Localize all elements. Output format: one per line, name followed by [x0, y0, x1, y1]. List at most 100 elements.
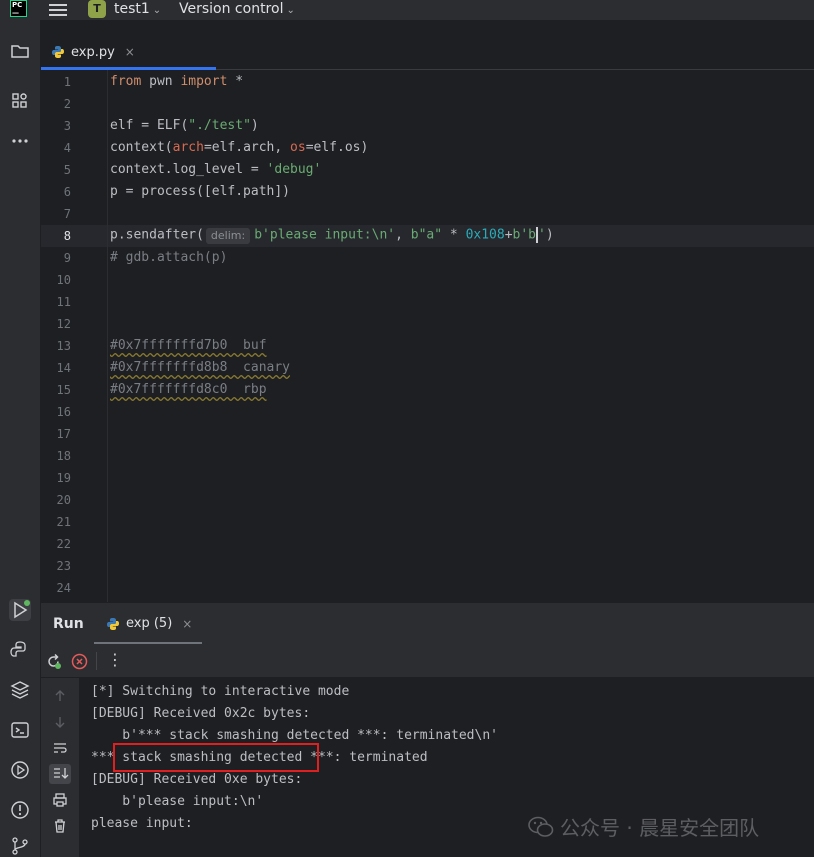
version-control-label: Version control — [179, 1, 284, 17]
line-number: 17 — [56, 427, 71, 441]
line-number: 20 — [56, 493, 71, 507]
tab-label: exp.py — [71, 44, 115, 60]
structure-icon[interactable] — [9, 90, 31, 112]
code-line-14-comment: #0x7fffffffd8b8 canary — [110, 360, 291, 375]
string-literal: b'please input:\n' — [254, 227, 396, 243]
scroll-to-end-icon[interactable] — [49, 764, 71, 784]
line-number: 24 — [56, 581, 71, 595]
run-tool-icon[interactable] — [9, 599, 31, 621]
left-tool-strip — [0, 20, 41, 857]
string-literal: b'b — [512, 227, 537, 243]
logo-text: PC — [12, 1, 23, 9]
string-literal: "./test" — [188, 118, 251, 133]
code-text: ) — [545, 227, 554, 243]
more-tools-icon[interactable] — [9, 130, 31, 152]
code-line-5: context.log_level = 'debug' — [110, 162, 321, 177]
line-number: 14 — [56, 361, 71, 375]
console-line: b'please input:\n' — [91, 794, 264, 809]
git-branch-icon[interactable] — [9, 835, 31, 857]
line-number: 7 — [63, 207, 71, 221]
close-icon[interactable]: × — [182, 617, 192, 631]
run-tab-exp[interactable]: exp (5) × — [106, 616, 192, 631]
project-name: test1 — [114, 1, 150, 17]
more-options-icon[interactable]: ⋮ — [107, 650, 123, 669]
problems-icon[interactable] — [9, 799, 31, 821]
code-text: =elf.arch, — [203, 140, 291, 155]
line-number: 2 — [63, 97, 71, 111]
pycharm-logo-icon[interactable]: PC — — [10, 0, 27, 17]
code-text: context.log_level = — [110, 162, 267, 177]
console-line: b'*** stack smashing detected ***: termi… — [91, 728, 498, 743]
console-line: [DEBUG] Received 0xe bytes: — [91, 772, 303, 787]
number-literal: 0x108 — [465, 227, 505, 243]
line-number: 21 — [56, 515, 71, 529]
keyword: from — [110, 74, 142, 89]
layers-icon[interactable] — [9, 679, 31, 701]
line-number: 12 — [56, 317, 71, 331]
code-text: =elf.os) — [305, 140, 369, 155]
python-file-icon — [52, 46, 64, 58]
print-icon[interactable] — [52, 792, 68, 808]
logo-dash: — — [12, 9, 19, 17]
code-text: pwn — [141, 74, 181, 89]
string-literal: ' — [538, 227, 546, 243]
console-line: please input: — [91, 816, 193, 831]
line-number: 18 — [56, 449, 71, 463]
line-number: 5 — [63, 163, 71, 177]
code-line-13-comment: #0x7fffffffd7b0 buf — [110, 338, 267, 353]
project-selector[interactable]: test1 ⌄ — [114, 1, 161, 17]
toolbar-divider — [96, 652, 97, 670]
code-text: p.sendafter( — [110, 227, 204, 243]
arrow-down-icon[interactable] — [52, 714, 68, 730]
named-param: os — [290, 140, 306, 155]
trash-icon[interactable] — [52, 818, 68, 834]
console-side-toolbar — [41, 678, 79, 857]
code-line-15-comment: #0x7fffffffd8c0 rbp — [110, 382, 267, 397]
line-number-current: 8 — [63, 229, 71, 243]
code-text: context( — [110, 140, 173, 155]
run-panel-header: Run exp (5) × — [41, 602, 814, 645]
editor-tab-bar: exp.py × — [41, 30, 814, 70]
code-line-1: from pwn import * — [110, 74, 243, 89]
chevron-down-icon: ⌄ — [152, 5, 162, 16]
soft-wrap-icon[interactable] — [52, 740, 68, 756]
code-text: + — [504, 227, 513, 243]
line-number: 19 — [56, 471, 71, 485]
services-icon[interactable] — [9, 759, 31, 781]
console-line: [DEBUG] Received 0x2c bytes: — [91, 706, 311, 721]
version-control-menu[interactable]: Version control ⌄ — [179, 1, 295, 17]
stop-icon[interactable] — [71, 653, 88, 670]
watermark: 公众号 · 晨星安全团队 — [528, 812, 759, 841]
code-text: , — [395, 227, 411, 243]
code-text: * — [227, 74, 244, 89]
folder-icon[interactable] — [9, 40, 31, 62]
code-editor[interactable]: 1 2 3 4 5 6 7 8 9 10 11 12 13 14 15 16 1… — [41, 70, 814, 602]
annotation-highlight-box — [113, 743, 319, 772]
gutter-divider — [107, 70, 108, 602]
run-toolbar: ⋮ — [41, 644, 814, 678]
terminal-icon[interactable] — [9, 719, 31, 741]
watermark-text: 公众号 · 晨星安全团队 — [560, 816, 760, 840]
close-icon[interactable]: × — [125, 45, 135, 59]
line-number: 16 — [56, 405, 71, 419]
python-run-icon — [107, 617, 119, 630]
line-number-gutter: 1 2 3 4 5 6 7 8 9 10 11 12 13 14 15 16 1… — [41, 70, 107, 602]
title-bar: PC — T test1 ⌄ Version control ⌄ — [0, 0, 814, 20]
python-console-icon[interactable] — [9, 639, 31, 661]
line-number: 6 — [63, 185, 71, 199]
line-number: 22 — [56, 537, 71, 551]
rerun-icon[interactable] — [45, 653, 62, 670]
project-badge[interactable]: T — [88, 0, 106, 18]
named-param: arch — [172, 140, 204, 155]
line-number: 4 — [63, 141, 71, 155]
code-text: ) — [250, 118, 259, 133]
tab-exp-py[interactable]: exp.py × — [51, 40, 135, 64]
arrow-up-icon[interactable] — [52, 688, 68, 704]
code-line-8: p.sendafter(delim: b'please input:\n', b"… — [110, 227, 554, 244]
line-number: 15 — [56, 383, 71, 397]
line-number: 23 — [56, 559, 71, 573]
code-text: elf = ELF( — [110, 118, 189, 133]
code-line-4: context(arch=elf.arch, os=elf.os) — [110, 140, 368, 155]
console-line: [*] Switching to interactive mode — [91, 684, 350, 699]
main-menu-icon[interactable] — [49, 1, 67, 17]
